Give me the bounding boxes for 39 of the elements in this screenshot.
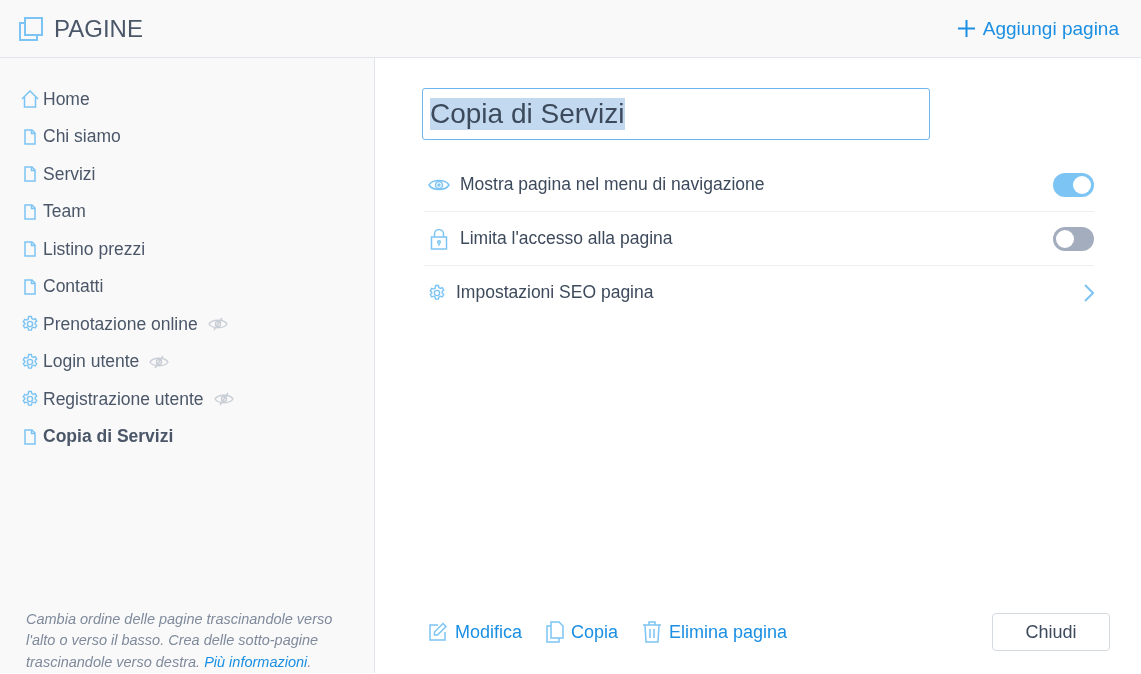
page-icon [21, 240, 39, 259]
sidebar-item[interactable]: Home [43, 88, 90, 110]
page-icon [21, 277, 39, 296]
chevron-right-icon[interactable] [1084, 283, 1094, 302]
sidebar-item[interactable]: Contatti [43, 276, 104, 298]
page-icon [21, 127, 39, 146]
gear-icon [21, 390, 39, 409]
action-link[interactable]: Copia [546, 621, 619, 643]
toggle-switch[interactable] [1053, 172, 1094, 197]
page-icon [21, 202, 39, 221]
gear-icon [21, 315, 39, 334]
sidebar-item[interactable]: Chi siamo [43, 126, 121, 148]
pencil-icon [428, 622, 448, 642]
page-title-field[interactable]: Copia di Servizi [422, 88, 930, 140]
sidebar-item[interactable]: Servizi [43, 163, 96, 185]
home-icon [21, 90, 39, 109]
help-text: Cambia ordine delle pagine trascinandole verso l'alto o verso il basso. Crea delle sotto-pagine trascinandole verso destra. Più informazioni. [25, 609, 334, 672]
sidebar-item[interactable]: Listino prezzi [43, 238, 146, 260]
sidebar-item[interactable]: Copia di Servizi [43, 426, 174, 448]
copy-icon [546, 621, 565, 643]
sidebar-item[interactable]: Login utente [43, 351, 140, 373]
gear-icon [428, 283, 446, 302]
setting-label: Limita l'accesso alla pagina [460, 228, 674, 249]
trash-icon [642, 621, 663, 643]
toggle-switch[interactable] [1053, 226, 1094, 251]
panel-title: PAGINE [54, 14, 143, 43]
gear-icon [21, 352, 39, 371]
setting-label: Impostazioni SEO pagina [456, 282, 655, 303]
sidebar-item[interactable]: Registrazione utente [43, 388, 204, 410]
close-button[interactable]: Chiudi [992, 613, 1110, 651]
action-link[interactable]: Elimina pagina [642, 621, 788, 643]
sidebar-item[interactable]: Team [43, 201, 86, 223]
setting-label: Mostra pagina nel menu di navigazione [460, 174, 766, 195]
lock-icon [428, 227, 450, 250]
page-icon [21, 165, 39, 184]
page-icon [21, 427, 39, 446]
pages-icon [18, 15, 44, 42]
plus-icon [957, 20, 975, 37]
sidebar-item[interactable]: Prenotazione online [43, 313, 198, 335]
